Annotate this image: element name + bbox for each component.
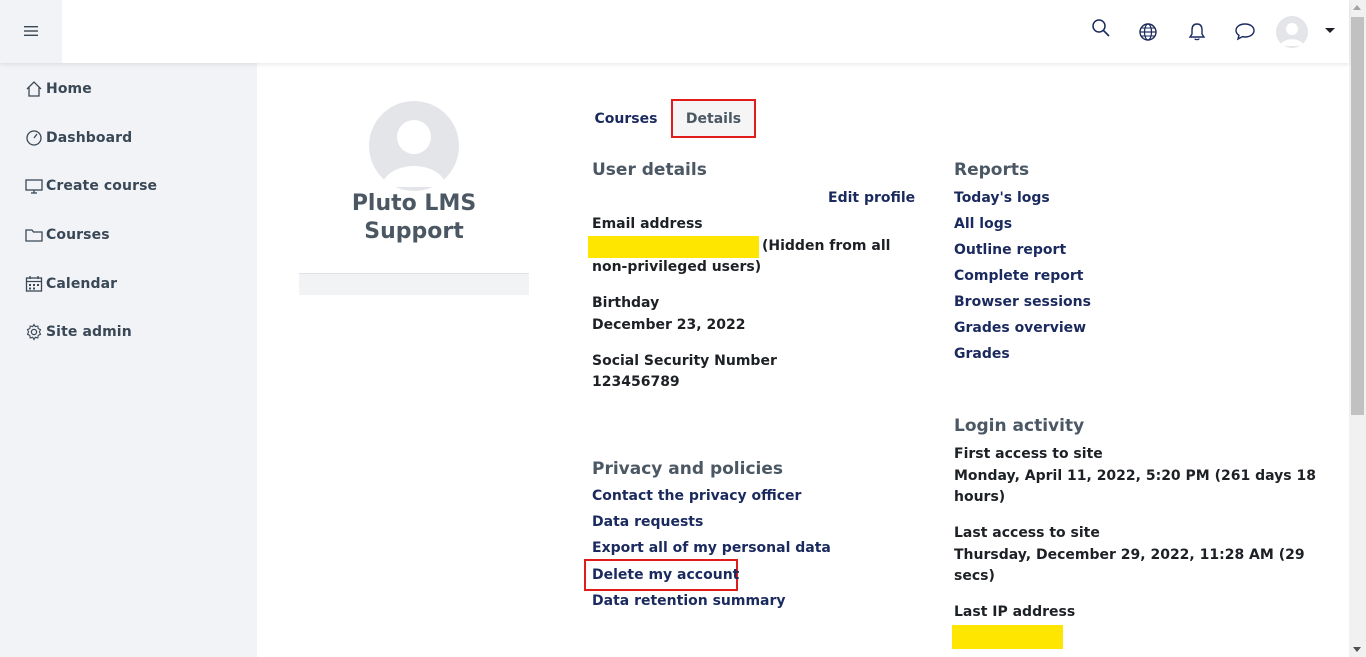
chat-icon[interactable]: [1233, 19, 1257, 43]
login-activity-heading: Login activity: [954, 416, 1085, 436]
delete-my-account-link[interactable]: Delete my account: [592, 565, 739, 586]
contact-privacy-officer-link[interactable]: Contact the privacy officer: [592, 486, 801, 507]
sidebar-item-label: Home: [46, 81, 92, 97]
email-redaction: [588, 236, 759, 258]
sidebar-item-label: Courses: [46, 227, 110, 243]
reports-heading: Reports: [954, 160, 1030, 180]
profile-info-box: [299, 273, 529, 295]
user-details-heading: User details: [592, 160, 707, 180]
sidebar-item-create-course[interactable]: Create course: [24, 174, 157, 198]
email-label: Email address: [592, 216, 703, 232]
tab-details[interactable]: Details: [671, 99, 756, 138]
first-access-value-cont: hours): [954, 489, 1006, 505]
sidebar: Home Dashboard Create course Courses Cal…: [0, 63, 257, 657]
user-avatar[interactable]: [1276, 16, 1308, 48]
sidebar-item-label: Dashboard: [46, 130, 133, 146]
scroll-up-arrow-icon[interactable]: [1353, 5, 1361, 10]
gear-icon: [24, 322, 44, 342]
data-retention-summary-link[interactable]: Data retention summary: [592, 591, 786, 612]
ssn-value: 123456789: [592, 374, 680, 390]
sidebar-item-home[interactable]: Home: [24, 77, 92, 101]
birthday-value: December 23, 2022: [592, 317, 746, 333]
export-personal-data-link[interactable]: Export all of my personal data: [592, 538, 831, 559]
sidebar-item-site-admin[interactable]: Site admin: [24, 320, 132, 344]
page-scrollbar[interactable]: [1349, 0, 1366, 657]
sidebar-item-label: Site admin: [46, 324, 132, 340]
grades-overview-link[interactable]: Grades overview: [954, 318, 1086, 339]
complete-report-link[interactable]: Complete report: [954, 266, 1084, 287]
sidebar-item-dashboard[interactable]: Dashboard: [24, 126, 132, 150]
data-requests-link[interactable]: Data requests: [592, 512, 703, 533]
sidebar-item-courses[interactable]: Courses: [24, 223, 110, 247]
folder-icon: [24, 225, 44, 245]
monitor-icon: [24, 176, 44, 196]
outline-report-link[interactable]: Outline report: [954, 240, 1066, 261]
grades-link[interactable]: Grades: [954, 344, 1010, 365]
ssn-label: Social Security Number: [592, 353, 777, 369]
dashboard-icon: [24, 128, 44, 148]
birthday-label: Birthday: [592, 295, 660, 311]
email-note: (Hidden from all: [762, 238, 891, 254]
all-logs-link[interactable]: All logs: [954, 214, 1012, 235]
privacy-heading: Privacy and policies: [592, 459, 784, 479]
menu-toggle-button[interactable]: [0, 0, 62, 63]
menu-icon: [24, 22, 38, 41]
sidebar-item-calendar[interactable]: Calendar: [24, 272, 117, 296]
sidebar-item-label: Create course: [46, 178, 158, 194]
email-note-cont: non-privileged users): [592, 259, 762, 275]
tab-courses[interactable]: Courses: [586, 101, 666, 137]
home-icon: [24, 79, 44, 99]
caret-down-icon[interactable]: [1325, 28, 1335, 33]
browser-sessions-link[interactable]: Browser sessions: [954, 292, 1091, 313]
profile-name: Pluto LMS Support: [351, 191, 477, 244]
top-navbar: [0, 0, 1349, 63]
scroll-thumb[interactable]: [1351, 17, 1364, 415]
search-icon[interactable]: [1089, 16, 1113, 40]
profile-avatar: [369, 101, 459, 191]
scroll-down-arrow-icon[interactable]: [1353, 647, 1361, 652]
last-ip-label: Last IP address: [954, 604, 1076, 620]
edit-profile-link[interactable]: Edit profile: [828, 188, 915, 209]
last-access-label: Last access to site: [954, 525, 1100, 541]
last-access-value: Thursday, December 29, 2022, 11:28 AM (2…: [954, 547, 1305, 563]
todays-logs-link[interactable]: Today's logs: [954, 188, 1050, 209]
bell-icon[interactable]: [1185, 20, 1209, 44]
sidebar-item-label: Calendar: [46, 276, 118, 292]
last-access-value-cont: secs): [954, 568, 995, 584]
calendar-icon: [24, 274, 44, 294]
first-access-value: Monday, April 11, 2022, 5:20 PM (261 day…: [954, 468, 1316, 484]
first-access-label: First access to site: [954, 446, 1103, 462]
globe-icon[interactable]: [1136, 20, 1160, 44]
ip-redaction: [952, 625, 1063, 649]
